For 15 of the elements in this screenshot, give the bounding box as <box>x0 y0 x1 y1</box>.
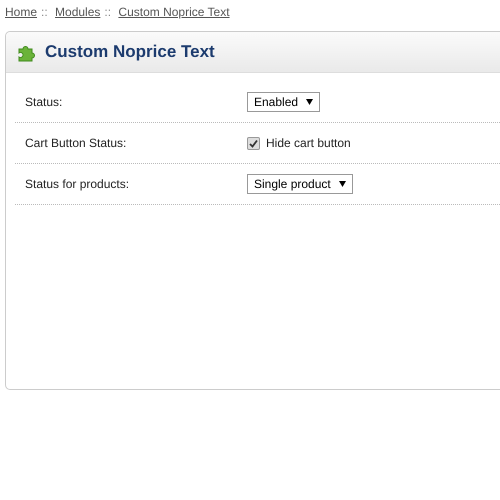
caret-icon <box>306 99 314 105</box>
field-label: Status: <box>24 95 64 109</box>
breadcrumb-link[interactable]: Custom Noprice Text <box>118 5 230 19</box>
caret-icon <box>338 181 346 187</box>
breadcrumb-separator: :: <box>104 5 112 19</box>
breadcrumb-link[interactable]: Modules <box>55 5 100 19</box>
checkbox-label: Hide cart button <box>266 136 351 150</box>
field-label: Cart Button Status: <box>24 136 128 150</box>
checkbox[interactable] <box>247 136 260 150</box>
breadcrumb-separator: :: <box>41 5 48 19</box>
field-label: Status for products: <box>24 177 130 191</box>
dropdown[interactable]: Single product <box>247 174 353 194</box>
panel-title: Custom Noprice Text <box>45 42 215 62</box>
dropdown[interactable]: Enabled <box>247 92 320 112</box>
breadcrumb-link[interactable]: Home <box>5 5 38 19</box>
